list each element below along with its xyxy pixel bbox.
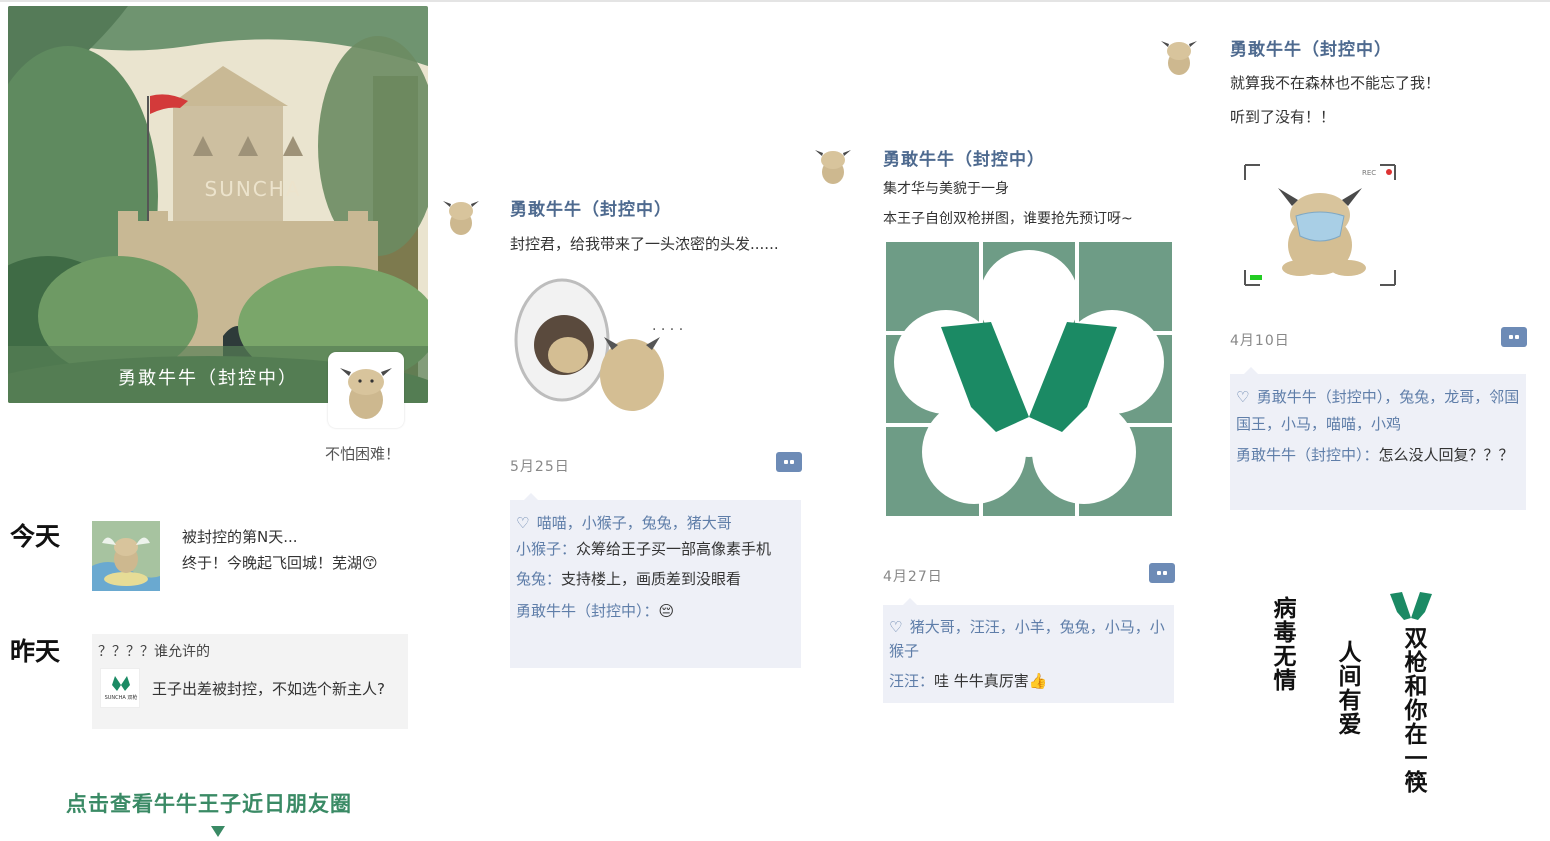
post3-avatar[interactable] — [1156, 33, 1202, 79]
post2-comment-box: ♡ 猪大哥，汪汪，小羊，兔兔，小马，小猴子 汪汪：哇 牛牛真厉害👍 — [883, 598, 1174, 703]
slogan-column-3: 双枪和你在一筷 — [1400, 626, 1426, 794]
yesterday-label: 昨天 — [10, 637, 61, 666]
today-post-thumbnail[interactable] — [92, 521, 160, 591]
comment-author[interactable]: 勇敢牛牛（封控中）： — [1236, 446, 1379, 464]
comment-text: 😔 — [658, 602, 675, 620]
comment-text: 支持楼上，画质差到没眼看 — [561, 570, 742, 588]
post1-comment-box: ♡ 喵喵，小猴子，兔兔，猪大哥 小猴子：众筹给王子买一部高像素手机 兔兔：支持楼… — [510, 493, 801, 668]
post1-likes: ♡ 喵喵，小猴子，兔兔，猪大哥 — [516, 510, 795, 536]
post2-line-2: 本王子自创双枪拼图，谁要抢先预订呀~ — [883, 211, 1133, 227]
profile-cover-image[interactable]: SUNCHA 勇敢牛牛（封控中） — [8, 6, 428, 403]
comment-text: 怎么没人回复？？？ — [1378, 446, 1514, 464]
yesterday-shared-link[interactable]: ？？？？谁允许的 SUNCHA 双枪 王子出差被封控，不如选个新主人? — [92, 634, 408, 729]
yesterday-post-title: ？？？？谁允许的 — [98, 644, 210, 660]
suncha-logo: SUNCHA 双枪 — [100, 668, 140, 708]
post1-image[interactable]: . . . . — [512, 275, 692, 425]
suncha-butterfly-icon — [1390, 588, 1432, 622]
top-divider — [0, 0, 1550, 2]
view-moments-link[interactable]: 点击查看牛牛王子近日朋友圈 — [66, 788, 352, 818]
post2-line-1: 集才华与美貌于一身 — [883, 181, 1009, 197]
comment-author[interactable]: 小猴子： — [516, 540, 576, 558]
post3-date: 4月10日 — [1230, 333, 1290, 349]
slogan-column-2: 人间有爱 — [1334, 640, 1360, 736]
cover-user-name: 勇敢牛牛（封控中） — [118, 368, 298, 389]
heart-icon: ♡ — [1236, 388, 1250, 406]
post2-user-name[interactable]: 勇敢牛牛（封控中） — [883, 145, 1045, 170]
post3-likes: ♡ 勇敢牛牛（封控中），兔兔，龙哥，邻国国王，小马，喵喵，小鸡 — [1236, 384, 1520, 438]
comment-author[interactable]: 兔兔： — [516, 570, 561, 588]
profile-avatar[interactable] — [328, 352, 404, 428]
post3-comment-icon[interactable] — [1501, 327, 1527, 347]
post3-line-2: 听到了没有！！ — [1230, 108, 1336, 126]
rec-indicator: REC — [1362, 169, 1376, 177]
post3-image[interactable]: REC — [1240, 160, 1400, 290]
post3-comment-1[interactable]: 勇敢牛牛（封控中）：怎么没人回复？？？ — [1236, 442, 1520, 469]
post2-avatar[interactable] — [810, 142, 856, 188]
post2-date: 4月27日 — [883, 569, 943, 585]
suncha-logo-text: SUNCHA 双枪 — [104, 695, 138, 701]
today-post-text: 被封控的第N天... 终于！今晚起飞回城！芜湖😙 — [182, 524, 378, 576]
today-label: 今天 — [10, 522, 61, 551]
post1-user-name[interactable]: 勇敢牛牛（封控中） — [510, 195, 672, 220]
today-line-1: 被封控的第N天... — [182, 528, 298, 546]
post3-line-1: 就算我不在森林也不能忘了我！ — [1230, 74, 1441, 92]
post2-puzzle-image[interactable] — [886, 242, 1172, 516]
post1-comment-icon[interactable] — [776, 452, 802, 472]
profile-signature: 不怕困难！ — [324, 445, 400, 463]
today-line-2: 终于！今晚起飞回城！芜湖😙 — [182, 554, 378, 572]
post1-comment-1[interactable]: 小猴子：众筹给王子买一部高像素手机 — [516, 536, 795, 562]
svg-text:. . . .: . . . . — [652, 318, 683, 334]
comment-text: 哇 牛牛真厉害👍 — [934, 672, 1048, 690]
comment-text: 众筹给王子买一部高像素手机 — [576, 540, 772, 558]
down-arrow-icon — [211, 826, 225, 837]
heart-icon: ♡ — [516, 514, 530, 532]
post1-text: 封控君，给我带来了一头浓密的头发...... — [510, 235, 779, 253]
post1-comment-3[interactable]: 勇敢牛牛（封控中）：😔 — [516, 598, 795, 624]
post3-likes-text: 勇敢牛牛（封控中），兔兔，龙哥，邻国国王，小马，喵喵，小鸡 — [1236, 388, 1520, 433]
post3-comment-box: ♡ 勇敢牛牛（封控中），兔兔，龙哥，邻国国王，小马，喵喵，小鸡 勇敢牛牛（封控中… — [1230, 367, 1526, 510]
comment-author[interactable]: 汪汪： — [889, 672, 934, 690]
post2-comment-icon[interactable] — [1149, 563, 1175, 583]
post1-comment-2[interactable]: 兔兔：支持楼上，画质差到没眼看 — [516, 566, 795, 592]
post3-user-name[interactable]: 勇敢牛牛（封控中） — [1230, 35, 1392, 60]
post2-comment-1[interactable]: 汪汪：哇 牛牛真厉害👍 — [889, 669, 1168, 693]
cover-brand-text: SUNCHA — [205, 177, 302, 201]
post2-likes: ♡ 猪大哥，汪汪，小羊，兔兔，小马，小猴子 — [889, 615, 1168, 663]
heart-icon: ♡ — [889, 618, 903, 636]
yesterday-shared-text: 王子出差被封控，不如选个新主人? — [152, 680, 385, 698]
post1-avatar[interactable] — [438, 193, 484, 239]
slogan-column-1: 病毒无情 — [1269, 596, 1295, 692]
comment-author[interactable]: 勇敢牛牛（封控中）： — [516, 602, 659, 620]
post2-likes-text: 猪大哥，汪汪，小羊，兔兔，小马，小猴子 — [889, 618, 1165, 660]
post1-date: 5月25日 — [510, 459, 570, 475]
post1-likes-text: 喵喵，小猴子，兔兔，猪大哥 — [536, 514, 732, 532]
